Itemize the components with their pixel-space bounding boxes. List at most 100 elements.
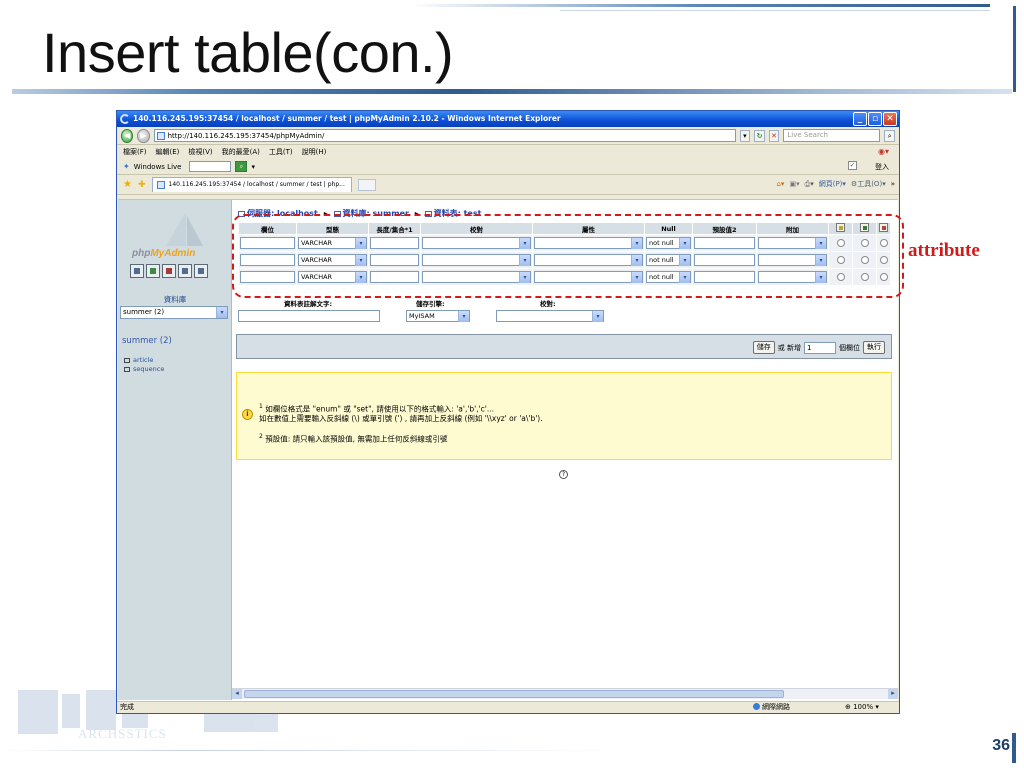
live-search-button[interactable]: ⌕ [235, 161, 248, 172]
page-icon [156, 131, 165, 140]
table-comment-input[interactable] [238, 310, 380, 322]
table-list: article sequence [124, 356, 164, 374]
address-dropdown-button[interactable]: ▾ [739, 129, 751, 142]
go-button[interactable]: 執行 [863, 341, 885, 354]
table-icon [124, 357, 130, 363]
pma-nav-icons [130, 264, 208, 278]
chevron-down-icon: ▾ [216, 307, 227, 318]
search-input[interactable]: Live Search [783, 129, 881, 142]
title-underline [12, 89, 1012, 94]
database-label: 資料庫 [163, 295, 187, 304]
windows-live-icon: ✦ [123, 162, 130, 171]
table-item-sequence[interactable]: sequence [124, 365, 164, 374]
favorites-star-icon[interactable]: ★ [123, 179, 132, 190]
browser-tab[interactable]: 140.116.245.195:37454 / localhost / summ… [151, 177, 352, 192]
table-icon [124, 366, 130, 372]
horizontal-scrollbar[interactable]: ◂ ▸ [232, 688, 898, 699]
stop-icon[interactable]: ✕ [768, 129, 780, 142]
menu-file[interactable]: 檔案(F) [123, 147, 147, 157]
menu-view[interactable]: 檢視(V) [188, 147, 212, 157]
storage-engine-label: 儲存引擎: [416, 300, 445, 308]
new-tab-button[interactable] [357, 178, 376, 191]
logo-sail2-icon [187, 216, 203, 246]
scrollbar-thumb[interactable] [244, 690, 784, 698]
zoom-control[interactable]: ⊕ 100% ▾ [845, 702, 879, 713]
live-search-input[interactable] [189, 161, 232, 172]
checkbox-icon[interactable]: ✓ [848, 161, 857, 170]
fields-label: 個欄位 [839, 343, 860, 352]
phpmyadmin-logo[interactable]: phpMyAdmin [132, 212, 216, 262]
command-bar: ⌂▾ ▣▾ ⎙▾ 網頁(P)▾ ⚙工具(O)▾ » [776, 179, 895, 189]
docs-icon[interactable] [178, 264, 192, 278]
sign-in-link[interactable]: 登入 [875, 162, 889, 172]
logo-text: phpMyAdmin [132, 248, 196, 259]
home-icon[interactable] [130, 264, 144, 278]
live-dropdown-icon[interactable]: ▾ [251, 163, 255, 171]
or-add-label: 或 新增 [777, 343, 801, 352]
tools-menu-label: 工具(O) [857, 180, 883, 188]
forward-button[interactable]: ▶ [137, 128, 150, 143]
reload-icon[interactable] [194, 264, 208, 278]
sql-icon[interactable] [162, 264, 176, 278]
pma-left-panel: phpMyAdmin 資料庫 summer (2) ▾ summer (2) a… [118, 200, 232, 700]
address-text: http://140.116.245.195:37454/phpMyAdmin/ [167, 131, 325, 140]
maximize-button[interactable]: ▫ [868, 112, 882, 126]
window-title: 140.116.245.195:37454 / localhost / summ… [133, 114, 561, 123]
database-name-link[interactable]: summer (2) [122, 336, 172, 346]
attribute-callout-label: attribute [908, 240, 980, 261]
tab-page-icon [156, 181, 165, 189]
page-menu-label: 網頁(P) [818, 180, 843, 188]
feeds-icon[interactable]: ▣▾ [789, 180, 799, 188]
table-collation-select[interactable]: ▾ [496, 310, 604, 322]
query-window-icon[interactable] [146, 264, 160, 278]
table-comment-label: 資料表註解文字: [284, 300, 333, 308]
chevron-right-icon[interactable]: » [891, 180, 895, 188]
scroll-right-icon[interactable]: ▸ [888, 689, 898, 699]
menu-favorites[interactable]: 我的最愛(A) [222, 147, 260, 157]
info-icon: i [242, 409, 253, 420]
add-fields-input[interactable]: 1 [804, 341, 836, 354]
action-bar: 儲存 或 新增 1 個欄位 執行 [236, 334, 892, 359]
menu-tools[interactable]: 工具(T) [269, 147, 293, 157]
table-item-label: article [133, 356, 154, 364]
translate-icon[interactable]: ◉▾ [878, 147, 889, 156]
close-button[interactable]: ✕ [883, 112, 897, 126]
search-icon[interactable]: ⌕ [884, 129, 895, 142]
menu-edit[interactable]: 編輯(E) [156, 147, 180, 157]
zone-label: 網際網路 [762, 703, 790, 711]
home-icon[interactable]: ⌂▾ [776, 180, 784, 188]
notice-box: i 1 如欄位格式是 "enum" 或 "set", 請使用以下的格式輸入: '… [236, 372, 892, 460]
scroll-left-icon[interactable]: ◂ [232, 689, 242, 699]
back-button[interactable]: ◀ [121, 128, 134, 143]
notice-line-2: 如在數值上需要輸入反斜線 (\) 或單引號 (') , 請再加上反斜線 (例如 … [259, 414, 543, 423]
status-bar: 完成 網際網路 ⊕ 100% ▾ [117, 701, 899, 713]
menu-bar: 檔案(F) 編輯(E) 檢視(V) 我的最愛(A) 工具(T) 說明(H) ◉▾ [117, 145, 899, 159]
print-icon[interactable]: ⎙▾ [805, 180, 814, 189]
tab-bar: ★ ✚ 140.116.245.195:37454 / localhost / … [117, 175, 899, 195]
slide-number-bar [1012, 733, 1016, 763]
refresh-icon[interactable]: ↻ [754, 129, 765, 142]
chevron-down-icon: ▾ [592, 311, 603, 322]
database-select-value: summer (2) [123, 308, 165, 316]
tools-menu-button[interactable]: ⚙工具(O)▾ [851, 179, 886, 189]
slide-right-rule [1013, 6, 1016, 92]
add-favorites-icon[interactable]: ✚ [138, 180, 146, 190]
status-text: 完成 [120, 703, 134, 711]
attribute-callout-outline [232, 214, 904, 298]
address-input[interactable]: http://140.116.245.195:37454/phpMyAdmin/ [153, 129, 736, 142]
database-select[interactable]: summer (2) ▾ [120, 306, 228, 319]
minimize-button[interactable]: _ [853, 112, 867, 126]
storage-engine-select[interactable]: MyISAM ▾ [406, 310, 470, 322]
ie-logo-icon [120, 114, 130, 124]
footer-rule [0, 750, 620, 751]
page-menu-button[interactable]: 網頁(P)▾ [819, 179, 846, 189]
storage-engine-value: MyISAM [409, 312, 435, 320]
watermark-text: ARCHSSTICS [78, 726, 167, 741]
table-item-article[interactable]: article [124, 356, 164, 365]
windows-live-bar: ✦ Windows Live ⌕ ▾ ✓ 登入 [117, 159, 899, 175]
save-button[interactable]: 儲存 [752, 341, 775, 354]
notice-line-3: 2 預設值: 請只輸入該預設值, 無需加上任何反斜線或引號 [259, 433, 448, 444]
documentation-icon[interactable]: ? [559, 470, 568, 479]
menu-help[interactable]: 說明(H) [302, 147, 327, 157]
table-item-label: sequence [133, 365, 165, 373]
